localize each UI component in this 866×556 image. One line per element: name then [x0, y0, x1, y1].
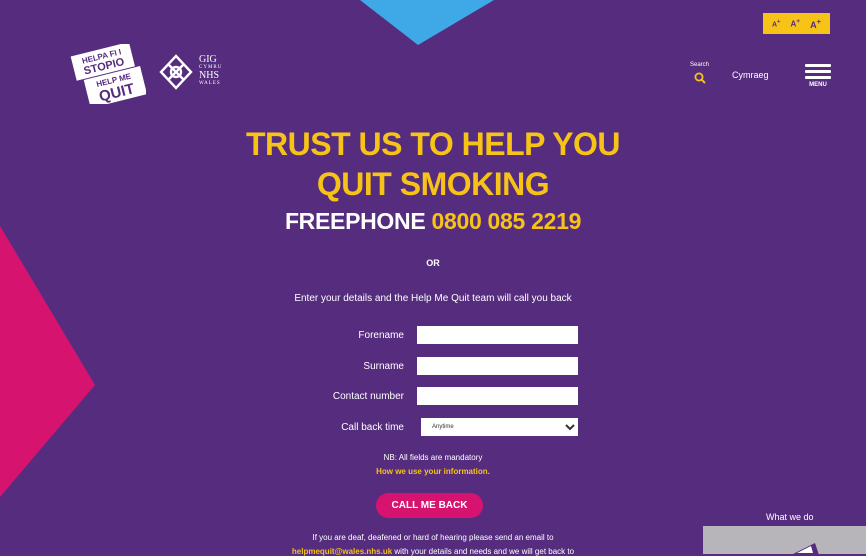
surname-row: Surname	[240, 357, 640, 377]
forename-input[interactable]	[417, 326, 578, 344]
surname-input[interactable]	[417, 357, 578, 375]
callback-time-label: Call back time	[341, 422, 404, 433]
language-switch-link[interactable]: Cymraeg	[732, 70, 769, 80]
freephone-line: FREEPHONE 0800 085 2219	[0, 207, 866, 235]
help-me-quit-logo[interactable]: HELPA FI I STOPIO HELP ME QUIT	[70, 44, 146, 104]
hero-section: TRUST US TO HELP YOU QUIT SMOKING FREEPH…	[0, 124, 866, 235]
forename-row: Forename	[240, 326, 640, 346]
search-icon	[694, 72, 706, 84]
what-we-do-panel[interactable]	[703, 526, 866, 554]
or-divider-text: OR	[426, 258, 440, 268]
what-we-do-title[interactable]: What we do	[766, 512, 814, 522]
menu-button[interactable]: MENU	[805, 64, 831, 88]
contact-number-row: Contact number	[240, 387, 640, 407]
mandatory-note: NB: All fields are mandatory	[383, 453, 483, 462]
font-size-medium-button[interactable]: A+	[790, 18, 800, 29]
font-size-large-button[interactable]: A+	[810, 17, 821, 30]
call-me-back-button[interactable]: CALL ME BACK	[376, 493, 483, 518]
contact-number-input[interactable]	[417, 387, 578, 405]
nhs-wales-logo-icon	[159, 54, 193, 90]
font-size-small-button[interactable]: A+	[772, 19, 780, 28]
panel-graphic-icon	[793, 543, 819, 554]
contact-number-label: Contact number	[332, 391, 404, 402]
form-intro-text: Enter your details and the Help Me Quit …	[294, 293, 572, 304]
forename-label: Forename	[358, 330, 404, 341]
surname-label: Surname	[363, 361, 404, 372]
callback-time-select[interactable]: Anytime	[421, 418, 578, 436]
callback-time-row: Call back time Anytime	[240, 418, 640, 438]
font-size-controls: A+ A+ A+	[763, 13, 830, 34]
freephone-label: FREEPHONE	[284, 208, 426, 234]
hero-title-line-1: TRUST US TO HELP YOU	[245, 126, 621, 162]
email-suffix-text: with your details and needs and we will …	[394, 547, 575, 556]
freephone-number-link[interactable]: 0800 085 2219	[431, 208, 581, 234]
hero-title-line-2: QUIT SMOKING	[316, 166, 550, 202]
menu-label: MENU	[809, 82, 827, 88]
email-link[interactable]: helpmequit@wales.nhs.uk	[292, 547, 392, 556]
nhs-wales-logo-text: GIG CYMRU NHS WALES	[199, 54, 223, 87]
search-button[interactable]: Search	[690, 62, 709, 89]
search-label: Search	[690, 62, 710, 68]
privacy-info-link[interactable]: How we use your information.	[0, 467, 866, 476]
hamburger-icon	[805, 64, 831, 79]
